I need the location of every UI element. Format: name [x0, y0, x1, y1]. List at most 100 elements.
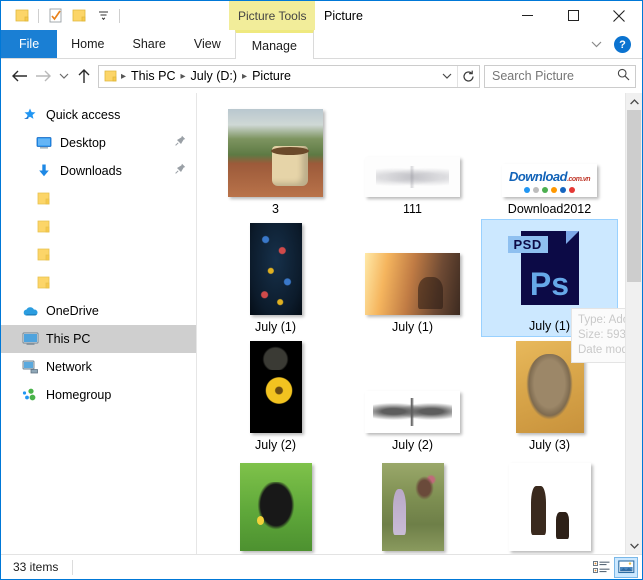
- computer-icon: [21, 330, 39, 348]
- thumbnail-wrap: [344, 337, 481, 433]
- file-item[interactable]: July (1): [344, 219, 481, 337]
- file-item[interactable]: 3: [207, 101, 344, 219]
- thumbnail-wrap: PSD Ps: [482, 220, 617, 314]
- tab-manage[interactable]: Manage: [234, 30, 314, 59]
- explorer-window: Picture Tools Picture File Home Share Vi…: [0, 0, 643, 580]
- file-item[interactable]: Download.com.vn Download2012: [481, 101, 618, 219]
- breadcrumb-july-d[interactable]: July (D:): [187, 69, 242, 83]
- file-name: 3: [272, 202, 279, 216]
- pin-icon[interactable]: [175, 163, 186, 177]
- back-button[interactable]: [7, 64, 31, 88]
- refresh-icon[interactable]: [457, 65, 479, 87]
- new-folder-icon[interactable]: [67, 5, 91, 27]
- file-name: July (2): [255, 438, 296, 452]
- sidebar-item-label: Downloads: [60, 164, 122, 178]
- chevron-down-icon[interactable]: [91, 5, 115, 27]
- sidebar-item-label: This PC: [46, 332, 91, 346]
- folder-icon[interactable]: [10, 5, 34, 27]
- tab-file[interactable]: File: [1, 30, 58, 58]
- cloud-icon: [21, 302, 39, 320]
- psd-document-shape: PSD Ps: [507, 231, 579, 305]
- file-name: 111: [402, 202, 422, 216]
- thumbnail-wrap: [344, 219, 481, 315]
- sidebar-item-homegroup[interactable]: Homegroup: [1, 381, 196, 409]
- thumbnail-wrap: [344, 455, 481, 551]
- thumbnail-image: [228, 109, 323, 197]
- breadcrumb[interactable]: ▸ This PC ▸ July (D:) ▸ Picture: [98, 64, 480, 88]
- file-name: Download2012: [507, 202, 592, 216]
- file-item[interactable]: July (1): [207, 219, 344, 337]
- thumbnail-image: [249, 341, 302, 433]
- sidebar-item-label: OneDrive: [46, 304, 99, 318]
- folder-icon: [35, 246, 53, 264]
- breadcrumb-separator: ▸: [242, 70, 248, 82]
- file-item[interactable]: July (2): [207, 337, 344, 455]
- file-item[interactable]: July (4): [207, 455, 344, 554]
- network-icon: [21, 358, 39, 376]
- thumbnail-image: [381, 463, 444, 551]
- search-input[interactable]: Search Picture: [484, 64, 636, 88]
- sidebar-item-folder-2[interactable]: [1, 213, 196, 241]
- scrollbar-thumb[interactable]: [627, 110, 641, 282]
- window-title: Picture: [324, 8, 363, 23]
- search-icon[interactable]: [617, 68, 630, 84]
- file-item[interactable]: July (5): [344, 455, 481, 554]
- file-item[interactable]: 111: [344, 101, 481, 219]
- thumbnail-wrap: [344, 101, 481, 197]
- title-bar: Picture Tools Picture: [1, 1, 642, 30]
- tab-home[interactable]: Home: [57, 30, 118, 58]
- download-logo-text: Download.com.vn: [508, 168, 591, 184]
- thumbnail-image: [365, 157, 460, 197]
- sidebar-item-this-pc[interactable]: This PC: [1, 325, 196, 353]
- sidebar-item-downloads[interactable]: Downloads: [1, 157, 196, 185]
- vertical-scrollbar[interactable]: [625, 93, 642, 554]
- chevron-down-icon[interactable]: [437, 73, 457, 80]
- scroll-up-icon[interactable]: [626, 93, 642, 110]
- navigation-pane: Quick access Desktop Downloads OneDrive …: [1, 93, 197, 554]
- thumbnail-wrap: [207, 101, 344, 197]
- sidebar-item-folder-1[interactable]: [1, 185, 196, 213]
- file-grid: 3 111 Download.com.vn Download2012 July …: [197, 93, 625, 554]
- chevron-down-icon[interactable]: [586, 41, 606, 48]
- explorer-body: Quick access Desktop Downloads OneDrive …: [1, 93, 642, 554]
- sidebar-item-network[interactable]: Network: [1, 353, 196, 381]
- breadcrumb-separator: ▸: [121, 70, 127, 82]
- sidebar-item-label: Network: [46, 360, 92, 374]
- file-item[interactable]: July (2): [344, 337, 481, 455]
- breadcrumb-picture[interactable]: Picture: [248, 69, 295, 83]
- sidebar-item-label: Homegroup: [46, 388, 112, 402]
- minimize-button[interactable]: [504, 1, 550, 30]
- pin-icon[interactable]: [175, 135, 186, 149]
- logo-dots: [524, 186, 575, 193]
- sidebar-item-onedrive[interactable]: OneDrive: [1, 297, 196, 325]
- sidebar-item-desktop[interactable]: Desktop: [1, 129, 196, 157]
- quick-access-toolbar: [1, 5, 124, 27]
- close-button[interactable]: [596, 1, 642, 30]
- details-view-button[interactable]: [589, 557, 613, 578]
- forward-button[interactable]: [31, 64, 55, 88]
- up-button[interactable]: [72, 64, 96, 88]
- file-item[interactable]: July (6): [481, 455, 618, 554]
- thumbnail-image: [365, 391, 460, 433]
- sidebar-item-folder-3[interactable]: [1, 241, 196, 269]
- star-icon: [21, 106, 39, 124]
- recent-locations-icon[interactable]: [55, 64, 72, 88]
- thumbnail-image: [239, 463, 312, 551]
- sidebar-item-folder-4[interactable]: [1, 269, 196, 297]
- properties-icon[interactable]: [43, 5, 67, 27]
- thumbnail-wrap: [207, 219, 344, 315]
- tab-view[interactable]: View: [180, 30, 235, 58]
- breadcrumb-this-pc[interactable]: This PC: [127, 69, 179, 83]
- folder-icon: [35, 218, 53, 236]
- maximize-button[interactable]: [550, 1, 596, 30]
- file-name: July (1): [255, 320, 296, 334]
- file-name: July (3): [529, 438, 570, 452]
- status-separator: [72, 559, 74, 575]
- large-icons-view-button[interactable]: [614, 556, 638, 578]
- psd-ps-label: Ps: [529, 266, 570, 302]
- help-button[interactable]: ?: [614, 36, 631, 53]
- contextual-tab-picture-tools[interactable]: Picture Tools: [229, 1, 316, 30]
- scroll-down-icon[interactable]: [626, 537, 642, 554]
- tab-share[interactable]: Share: [119, 30, 180, 58]
- sidebar-item-quick-access[interactable]: Quick access: [1, 101, 196, 129]
